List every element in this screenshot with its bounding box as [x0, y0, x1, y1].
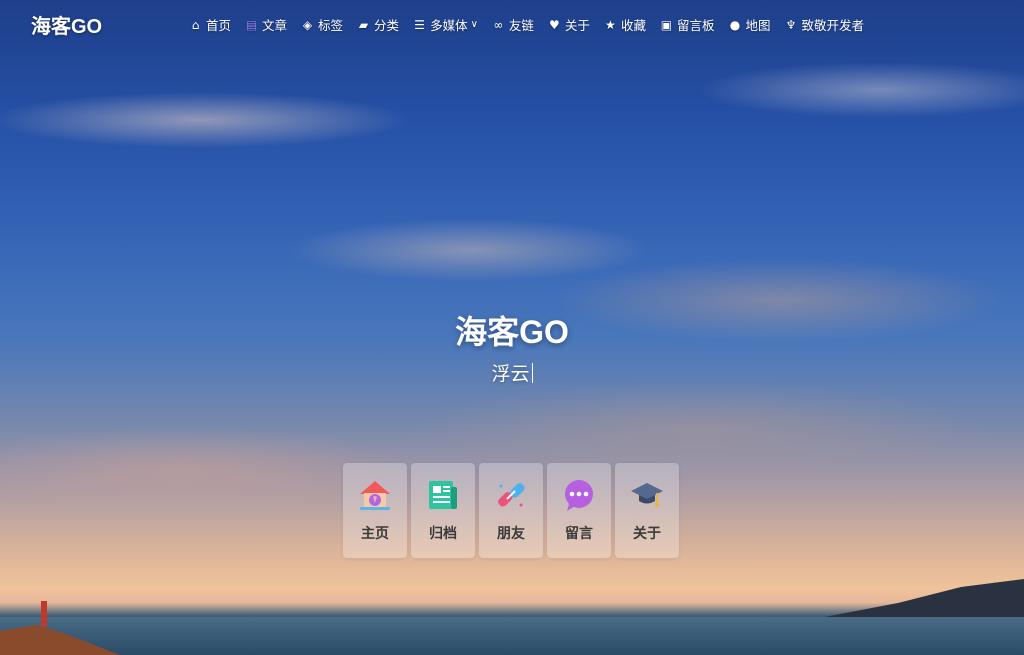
chevron-down-icon: ∨	[470, 19, 478, 30]
card-label: 归档	[429, 526, 457, 542]
home-icon: ⌂	[191, 17, 200, 32]
nav-item-tags[interactable]: ◈ 标签	[301, 15, 343, 34]
nav-item-label: 文章	[262, 18, 288, 33]
card-label: 主页	[361, 526, 389, 542]
hero-title: 海客GO	[455, 314, 569, 350]
star-icon: ★	[605, 17, 616, 32]
message-board-icon: ▣	[660, 17, 673, 32]
nav-menu: ⌂ 首页 ▤ 文章 ◈ 标签 ▰ 分类 ☰ 多媒体 ∨ ∞ 友链 ♥ 关于 ★	[189, 15, 878, 34]
chat-bubble-icon	[565, 480, 593, 511]
card-label: 关于	[633, 526, 661, 542]
tags-icon: ◈	[302, 17, 313, 32]
top-navbar: 海客GO ⌂ 首页 ▤ 文章 ◈ 标签 ▰ 分类 ☰ 多媒体 ∨ ∞ 友链 ♥ …	[0, 0, 1024, 48]
card-label: 留言	[565, 526, 593, 542]
card-message[interactable]: 留言	[547, 463, 611, 558]
nav-item-label: 分类	[374, 18, 400, 33]
nav-item-about[interactable]: ♥ 关于	[548, 15, 590, 34]
nav-item-label: 致敬开发者	[801, 18, 864, 33]
nav-item-label: 友链	[508, 18, 534, 33]
quick-links: 主页 归档 朋友 留言 关于	[343, 463, 679, 558]
sea	[0, 617, 1024, 655]
nav-item-label: 收藏	[620, 18, 646, 33]
site-logo[interactable]: 海客GO	[31, 10, 102, 39]
typed-text: 浮云	[491, 363, 530, 385]
nav-item-label: 首页	[206, 18, 232, 33]
nav-item-label: 多媒体	[430, 18, 468, 33]
card-home[interactable]: 主页	[343, 463, 407, 558]
nav-item-home[interactable]: ⌂ 首页	[189, 15, 231, 34]
nav-item-friend-links[interactable]: ∞ 友链	[492, 15, 534, 34]
link-icon: ∞	[493, 17, 504, 32]
nav-item-tribute[interactable]: ♆ 致敬开发者	[784, 15, 864, 34]
graduation-cap-icon	[631, 483, 663, 507]
list-icon: ☰	[414, 17, 425, 32]
folder-icon: ▰	[358, 17, 369, 32]
nav-item-map[interactable]: ● 地图	[728, 15, 771, 34]
typing-cursor	[531, 363, 533, 383]
card-label: 朋友	[497, 526, 525, 542]
link-chain-icon	[498, 483, 525, 507]
lighthouse	[41, 601, 47, 627]
home-ribbon-icon	[360, 481, 390, 510]
card-archive[interactable]: 归档	[411, 463, 475, 558]
nav-item-favorites[interactable]: ★ 收藏	[604, 15, 646, 34]
nav-item-label: 留言板	[676, 18, 715, 33]
heart-icon: ♥	[549, 17, 560, 32]
distant-hill	[814, 579, 1024, 619]
archive-icon: ▤	[245, 17, 258, 32]
map-pin-icon: ●	[729, 17, 741, 32]
card-friends[interactable]: 朋友	[479, 463, 543, 558]
nav-item-label: 标签	[318, 18, 344, 33]
tribute-icon: ♆	[785, 17, 797, 32]
nav-item-multimedia[interactable]: ☰ 多媒体 ∨	[413, 15, 478, 34]
news-archive-icon	[429, 481, 457, 509]
nav-item-message-board[interactable]: ▣ 留言板	[660, 15, 715, 34]
hero-subtitle: 浮云	[0, 359, 1024, 386]
nav-item-label: 地图	[745, 18, 771, 33]
nav-item-label: 关于	[564, 18, 590, 33]
nav-item-categories[interactable]: ▰ 分类	[357, 15, 399, 34]
card-about[interactable]: 关于	[615, 463, 679, 558]
nav-item-articles[interactable]: ▤ 文章	[245, 15, 287, 34]
